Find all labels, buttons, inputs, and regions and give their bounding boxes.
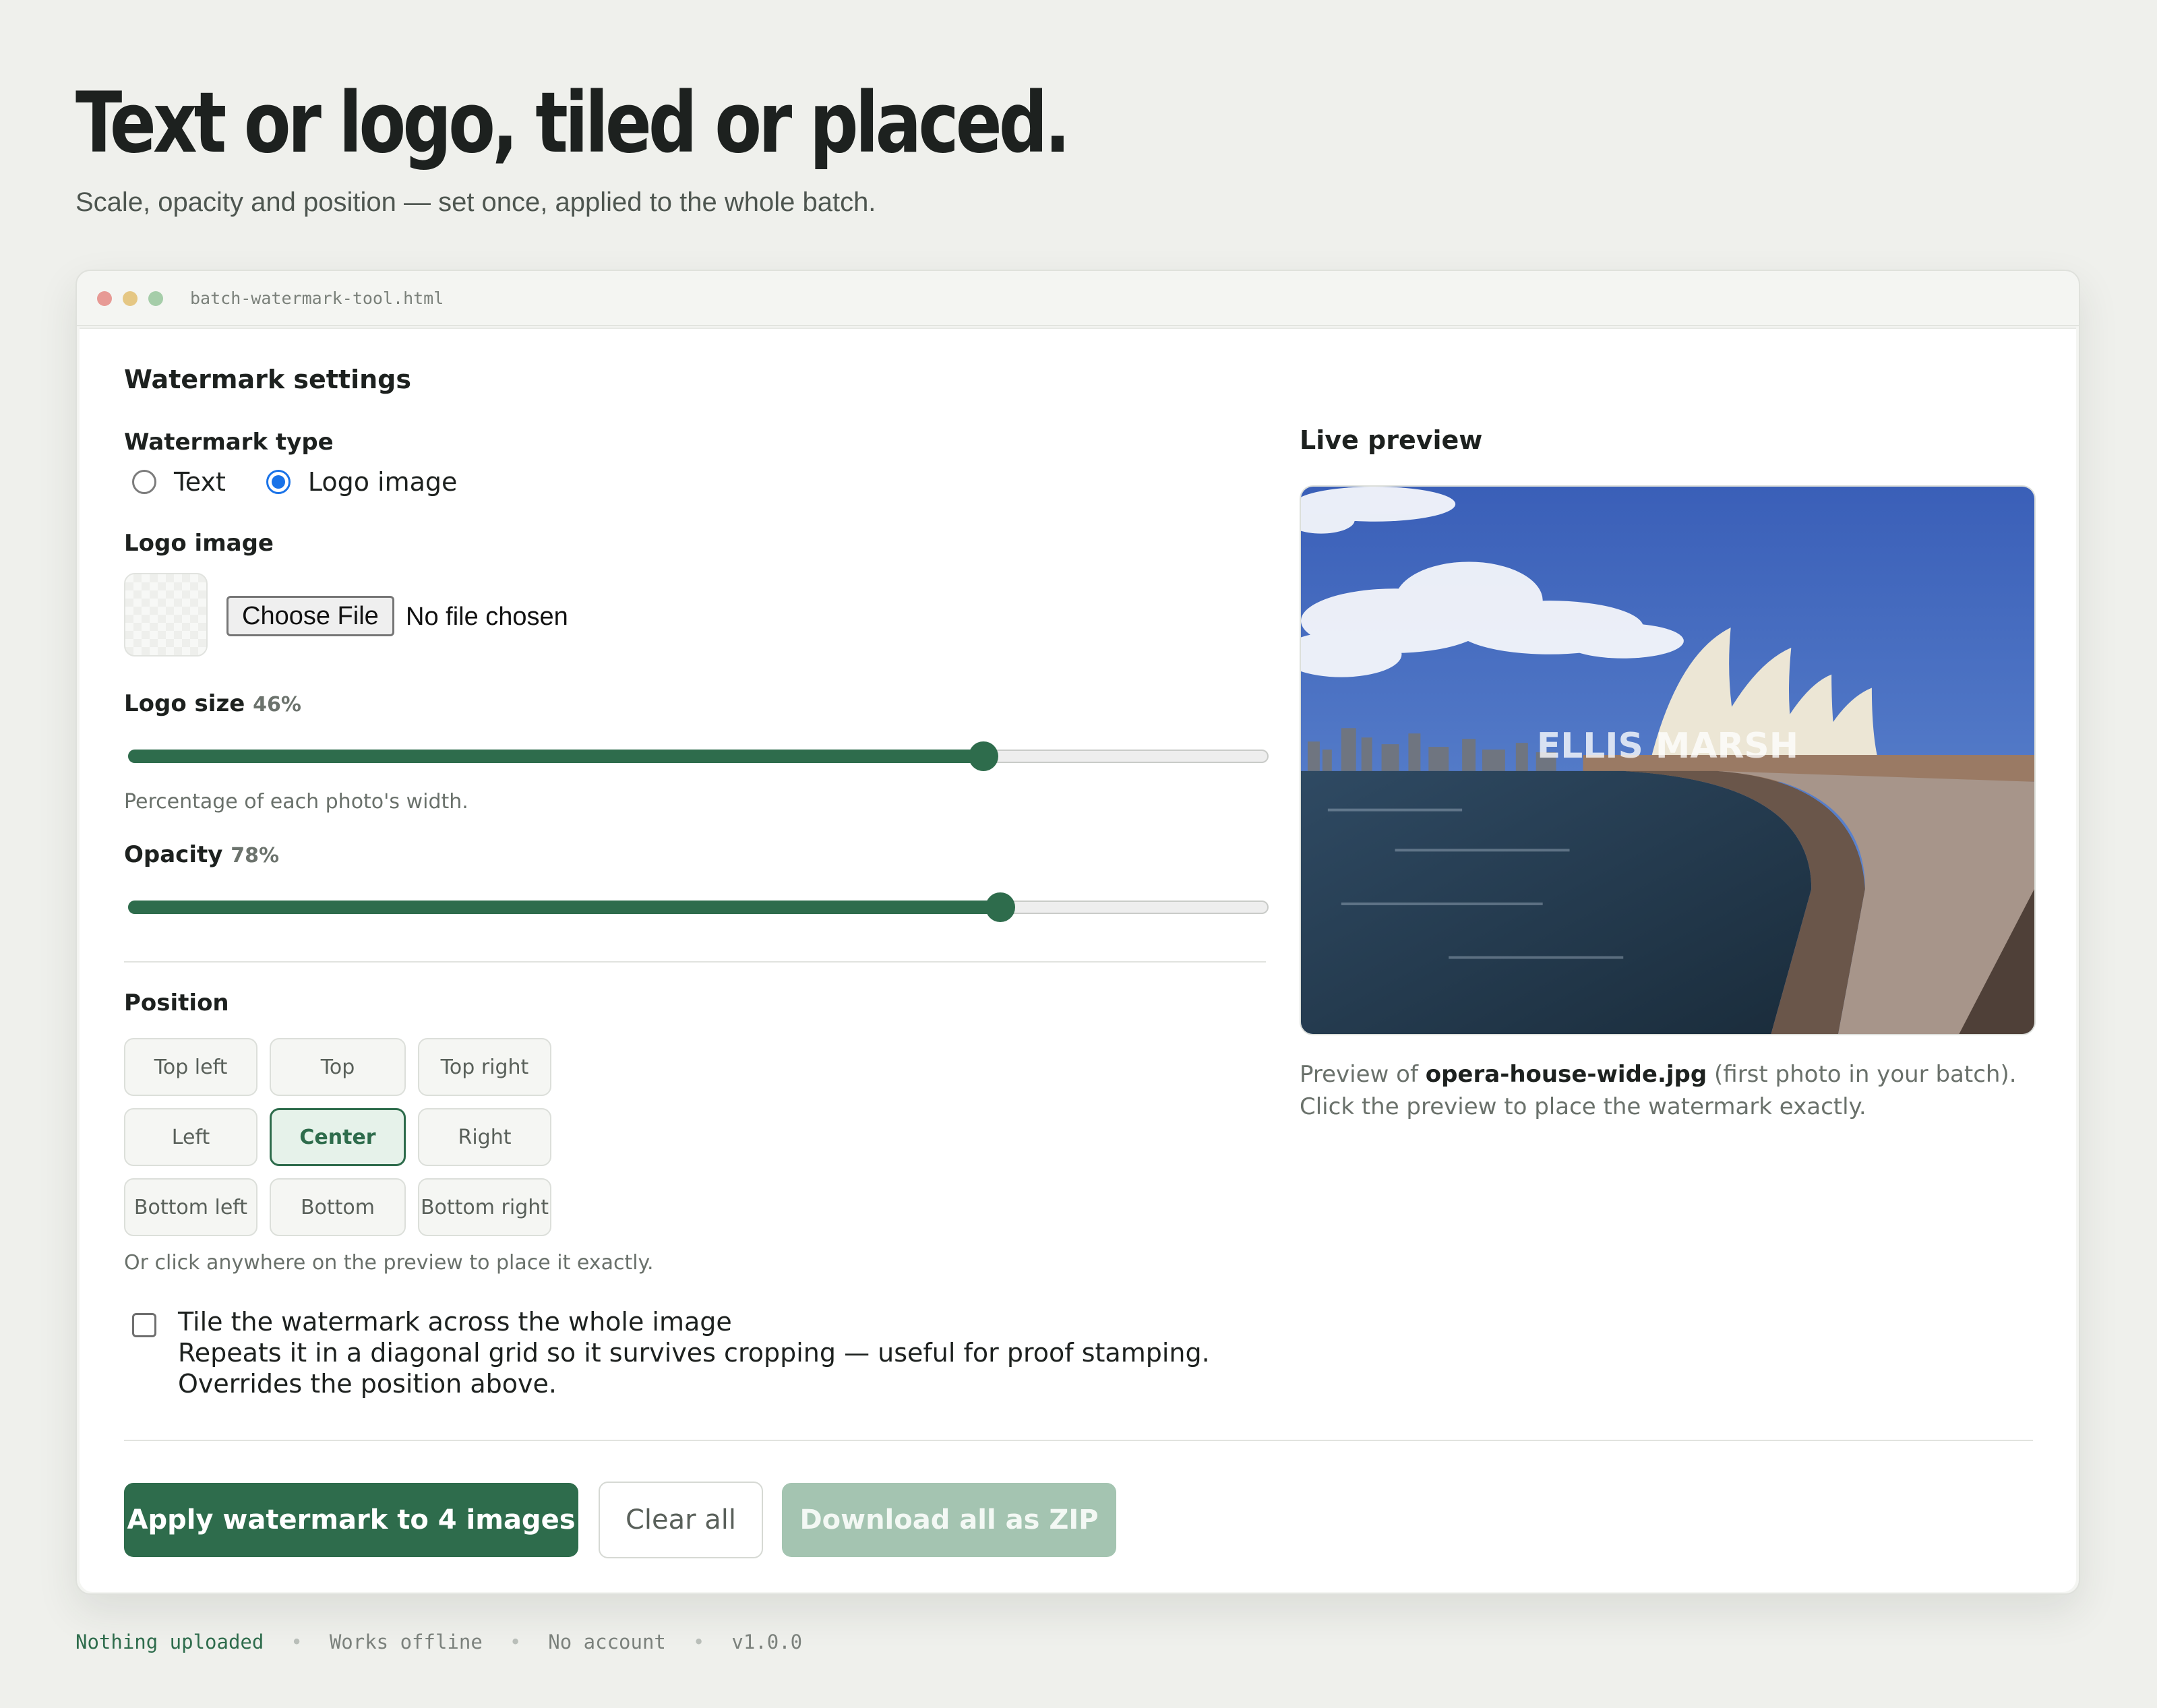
radio-logo-image-control[interactable] (266, 470, 291, 494)
browser-window: batch-watermark-tool.html Watermark sett… (75, 270, 2080, 1595)
logo-size-slider[interactable] (128, 741, 1269, 771)
minimize-window-dot[interactable] (123, 291, 138, 306)
position-top-right-button[interactable]: Top right (418, 1038, 551, 1096)
position-help: Or click anywhere on the preview to plac… (124, 1251, 654, 1275)
footer-separator: • (291, 1630, 303, 1653)
tool-panel: Watermark settings Watermark type Text L… (80, 328, 2076, 1592)
slider-fill (128, 750, 983, 763)
tile-checkbox[interactable] (132, 1313, 156, 1337)
opacity-label: Opacity 78% (124, 840, 279, 871)
close-window-dot[interactable] (97, 291, 112, 306)
tile-description: Repeats it in a diagonal grid so it surv… (178, 1338, 1210, 1399)
slider-fill (128, 901, 1001, 914)
slider-thumb[interactable] (985, 892, 1016, 922)
position-left-button[interactable]: Left (124, 1108, 257, 1166)
tile-title: Tile the watermark across the whole imag… (178, 1307, 732, 1337)
preview-watermark: ELLIS MARSH (1537, 726, 1798, 766)
footer-separator: • (692, 1630, 705, 1653)
live-preview-image[interactable]: ELLIS MARSH (1300, 485, 2036, 1035)
opera-house-photo: ELLIS MARSH (1301, 487, 2034, 1034)
logo-size-help: Percentage of each photo's width. (124, 790, 468, 814)
logo-size-label: Logo size 46% (124, 689, 301, 720)
radio-logo-image-label: Logo image (307, 467, 458, 497)
position-top-left-button[interactable]: Top left (124, 1038, 257, 1096)
footer-item: Nothing uploaded (75, 1630, 264, 1653)
logo-size-value: 46% (253, 693, 301, 716)
preview-heading: Live preview (1300, 425, 1483, 455)
footer-separator: • (509, 1630, 522, 1653)
footer-item: No account (548, 1630, 666, 1653)
footer-item: v1.0.0 (731, 1630, 803, 1653)
clear-all-button[interactable]: Clear all (599, 1482, 763, 1558)
logo-image-label: Logo image (124, 530, 274, 557)
position-bottom-right-button[interactable]: Bottom right (418, 1178, 551, 1236)
opacity-slider[interactable] (128, 892, 1269, 922)
opacity-label-text: Opacity (124, 841, 223, 868)
position-grid: Top left Top Top right Left Center Right Botto… (124, 1038, 551, 1236)
page-subtitle: Scale, opacity and position — set once, … (75, 187, 876, 217)
footer-status: Nothing uploaded • Works offline • No ac… (75, 1628, 802, 1655)
settings-heading: Watermark settings (124, 365, 411, 394)
slider-thumb[interactable] (969, 741, 998, 771)
footer-item: Works offline (329, 1630, 483, 1653)
position-bottom-left-button[interactable]: Bottom left (124, 1178, 257, 1236)
radio-logo-image[interactable]: Logo image (266, 467, 458, 497)
window-title: batch-watermark-tool.html (190, 288, 444, 308)
radio-text-control[interactable] (132, 470, 156, 494)
file-status: No file chosen (406, 603, 568, 631)
choose-file-button[interactable]: Choose File (226, 596, 394, 636)
logo-size-label-text: Logo size (124, 690, 245, 717)
position-bottom-button[interactable]: Bottom (270, 1178, 406, 1236)
position-top-button[interactable]: Top (270, 1038, 406, 1096)
apply-watermark-button[interactable]: Apply watermark to 4 images (124, 1483, 578, 1557)
actions-divider (124, 1440, 2033, 1441)
maximize-window-dot[interactable] (148, 291, 163, 306)
position-right-button[interactable]: Right (418, 1108, 551, 1166)
page-title: Text or logo, tiled or placed. (75, 75, 1070, 172)
preview-caption-prefix: Preview of (1300, 1061, 1426, 1088)
preview-caption: Preview of opera-house-wide.jpg (first p… (1300, 1058, 2041, 1123)
opacity-value: 78% (231, 844, 280, 867)
position-center-button[interactable]: Center (270, 1108, 406, 1166)
logo-thumbnail (124, 573, 208, 657)
watermark-type-label: Watermark type (124, 429, 334, 456)
window-titlebar: batch-watermark-tool.html (77, 271, 2079, 326)
position-label: Position (124, 989, 229, 1016)
watermark-type-group: Text Logo image (124, 465, 457, 499)
section-divider (124, 961, 1266, 963)
preview-file-name: opera-house-wide.jpg (1425, 1061, 1707, 1088)
download-zip-button[interactable]: Download all as ZIP (782, 1483, 1116, 1557)
radio-text-label: Text (174, 467, 226, 497)
radio-text[interactable]: Text (124, 467, 226, 497)
